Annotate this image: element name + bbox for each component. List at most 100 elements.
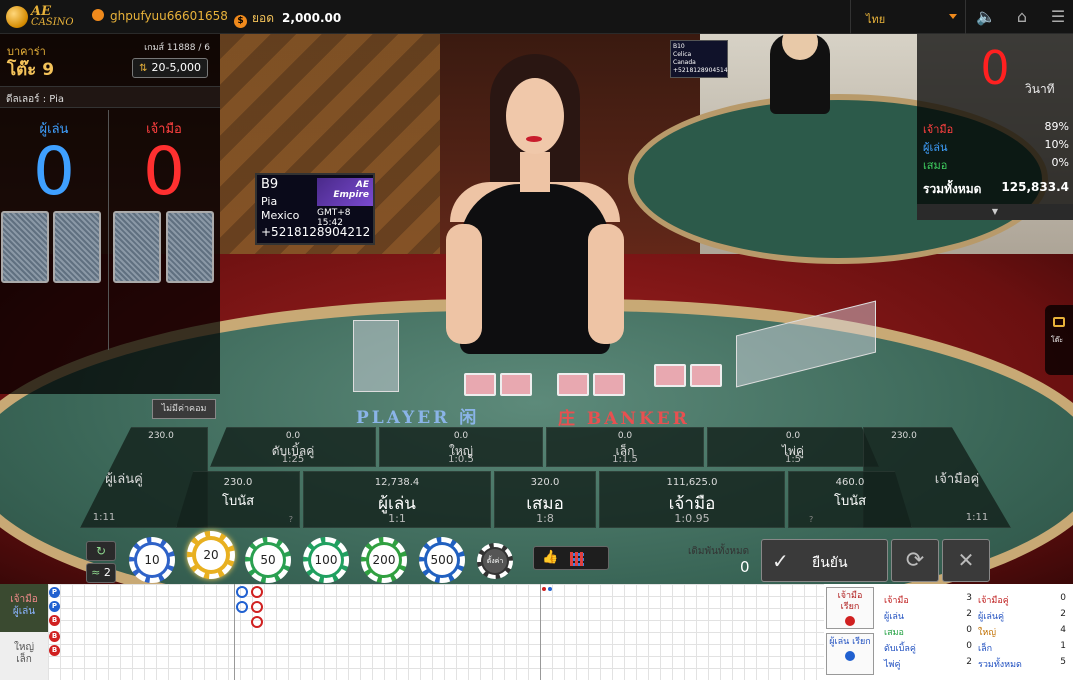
roadmap-grid (48, 584, 824, 680)
big-road-player (236, 586, 248, 598)
total-bet-label: เดิมพันทั้งหมด (688, 546, 750, 557)
big-road-player (236, 601, 248, 613)
user-icon (92, 9, 104, 21)
stat-perfect-pair: ไพ่คู่ 2 (884, 657, 972, 670)
chip-50[interactable]: 50 (245, 537, 291, 583)
chip-100[interactable]: 100 (303, 537, 349, 583)
refresh-icon: ↻ (95, 544, 107, 558)
chat-icon (1053, 317, 1065, 327)
monitor2-city: Canada (673, 59, 696, 66)
balance-value: 2,000.00 (282, 11, 342, 25)
banker-card-2 (166, 211, 214, 283)
chip-custom[interactable]: ตั้งค่า (477, 543, 513, 579)
ask-banker-button[interactable]: เจ้ามือ เรียก (826, 587, 874, 629)
no-commission-toggle[interactable]: ไม่มีค่าคอม (152, 399, 216, 419)
stat-banker: เจ้ามือ 3 (884, 593, 972, 606)
refresh-button[interactable]: ↻ (86, 541, 116, 561)
player-card-2 (53, 211, 101, 283)
bet-limit-button[interactable]: ⇅ 20-5,000 (132, 58, 208, 78)
discard-tray (353, 320, 399, 392)
limit-icon: ⇅ (139, 63, 148, 74)
monitor-time: GMT+8 15:42 (317, 208, 351, 228)
table-monitor: B9 Pia Mexico +5218128904212 AE Empire GM… (255, 173, 375, 245)
stat-total: รวมทั้งหมด 5 (978, 657, 1066, 670)
monitor2-table-id: B10 (673, 43, 685, 50)
chevron-down-icon (949, 14, 957, 19)
derived-road-mark (542, 587, 546, 591)
bet-either-pair[interactable]: 0.0 ดับเบิ้ลคู่ 1:25 (210, 427, 376, 467)
banker-score: 0 (143, 133, 185, 210)
monitor-city: Mexico (261, 209, 300, 222)
table-card (690, 364, 722, 387)
banker-percent: เจ้ามือ 89% (923, 120, 1069, 136)
bead-banker: B (49, 631, 60, 642)
close-icon: ✕ (957, 548, 975, 572)
bead-player: P (49, 587, 60, 598)
bead-player: P (49, 601, 60, 612)
home-icon[interactable]: ⌂ (1012, 7, 1032, 27)
sound-icon[interactable]: 🔈 (976, 7, 996, 27)
confirm-button[interactable]: ✓ ยืนยัน (761, 539, 888, 582)
check-icon: ✓ (772, 549, 789, 573)
game-info-panel: บาคาร่า โต๊ะ 9 เกมส์ 11888 / 6 ⇅ 20-5,000… (0, 34, 220, 394)
stat-small: เล็ก 1 (978, 641, 1066, 654)
live-dealer (440, 54, 630, 354)
table-card (464, 373, 496, 396)
tie-percent: เสมอ 0% (923, 156, 1069, 172)
derived-road-mark (548, 587, 552, 591)
collapse-toggle[interactable]: ▼ (917, 204, 1073, 220)
timer-unit: วินาที (1025, 82, 1055, 96)
bet-tie[interactable]: 320.0 เสมอ 1:8 (494, 471, 596, 528)
cancel-bet-button[interactable]: ✕ (942, 539, 990, 582)
bet-banker[interactable]: 111,625.0 เจ้ามือ 1:0.95 (599, 471, 785, 528)
background-dealer (770, 34, 830, 114)
bet-small[interactable]: 0.0 เล็ก 1:1.5 (546, 427, 704, 467)
chat-button[interactable]: โต๊ะ (1045, 305, 1073, 375)
balance: $ ยอด 2,000.00 (234, 9, 341, 28)
repeat-icon: ⟳ (905, 548, 925, 573)
player-percent: ผู้เล่น 10% (923, 138, 1069, 154)
wifi-icon: ≈ (91, 566, 101, 579)
like-button[interactable]: 👍 (533, 546, 609, 570)
bet-perfect-pair[interactable]: 0.0 ไพ่คู่ 1:5 (707, 427, 879, 467)
bead-banker: B (49, 645, 60, 656)
table-card (654, 364, 686, 387)
monitor2-phone: +5218128904514 (673, 67, 728, 74)
big-road-banker (251, 601, 263, 613)
table-card (593, 373, 625, 396)
big-road-banker (251, 586, 263, 598)
table-player-label: PLAYER 闲 (356, 408, 480, 428)
bead-banker: B (49, 615, 60, 626)
username: ghpufyuu66601658 (92, 9, 228, 23)
stat-tie: เสมอ 0 (884, 625, 972, 638)
round-number: เกมส์ 11888 / 6 (144, 43, 210, 53)
total-bet-value: 0 (740, 558, 750, 576)
table-name: โต๊ะ 9 (7, 60, 55, 80)
table-card (500, 373, 532, 396)
bet-banker-bonus[interactable]: 460.0 โบนัส ? (788, 471, 912, 528)
repeat-bet-button[interactable]: ⟳ (891, 539, 939, 582)
ae-casino-logo[interactable]: AE CASINO (6, 4, 76, 30)
menu-icon[interactable]: ☰ (1048, 7, 1068, 27)
thumbs-up-icon: 👍 (542, 550, 559, 565)
player-score: 0 (33, 133, 75, 210)
bet-player-bonus[interactable]: 230.0 โบนัส ? (176, 471, 300, 528)
chip-500[interactable]: 500 (419, 537, 465, 583)
chip-20[interactable]: 20 (187, 531, 235, 579)
monitor-brand-logo: AE Empire (317, 178, 373, 206)
ask-player-button[interactable]: ผู้เล่น เรียก (826, 633, 874, 675)
banker-card-1 (113, 211, 161, 283)
chip-200[interactable]: 200 (361, 537, 407, 583)
top-bar: AE CASINO ghpufyuu66601658 $ ยอด 2,000.00 … (0, 0, 1073, 34)
baccarat-game-screen: B10 Celica Canada +5218128904514 B9 Pia … (0, 0, 1073, 680)
tab-banker-player[interactable]: เจ้ามือ ผู้เล่น (0, 584, 48, 632)
language-select[interactable]: ไทย (850, 0, 966, 34)
bet-big[interactable]: 0.0 ใหญ่ 1:0.5 (379, 427, 543, 467)
ask-road: เจ้ามือ เรียก ผู้เล่น เรียก (826, 587, 876, 677)
result-stats: เจ้ามือ 3 เจ้ามือคู่ 0 ผู้เล่น 2 ผู้เล่นคู่… (880, 589, 1073, 679)
stat-either-pair: ดับเบิ้ลคู่ 0 (884, 641, 972, 654)
chip-10[interactable]: 10 (129, 537, 175, 583)
bet-player[interactable]: 12,738.4 ผู้เล่น 1:1 (303, 471, 491, 528)
tab-big-small[interactable]: ใหญ่ เล็ก (0, 632, 48, 680)
total-bets: รวมทั้งหมด 125,833.4 (923, 180, 1069, 196)
